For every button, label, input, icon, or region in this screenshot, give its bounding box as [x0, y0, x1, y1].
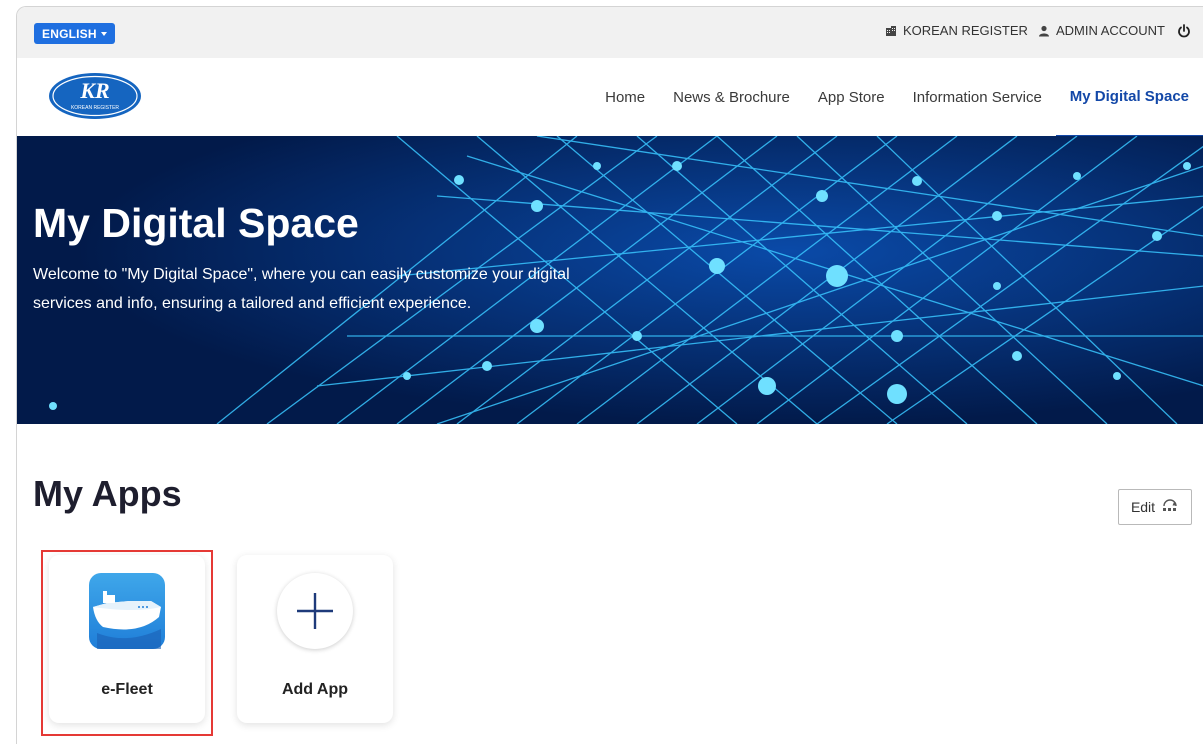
nav-my-digital-space[interactable]: My Digital Space [1055, 58, 1203, 136]
edit-button[interactable]: Edit [1118, 489, 1192, 525]
kr-logo[interactable]: KR KOREAN REGISTER [47, 71, 143, 126]
language-label: ENGLISH [42, 26, 97, 41]
language-dropdown[interactable]: ENGLISH [34, 23, 115, 44]
nav-links: Home News & Brochure App Store Informati… [591, 58, 1203, 136]
building-icon [885, 25, 897, 37]
nav-information-service[interactable]: Information Service [899, 58, 1056, 136]
caret-down-icon [100, 31, 107, 36]
account-area: KOREAN REGISTER ADMIN ACCOUNT [885, 23, 1191, 38]
utility-bar: ENGLISH KOREAN REGISTER ADMIN ACCOUNT [17, 7, 1203, 58]
edit-label: Edit [1130, 499, 1156, 515]
power-icon[interactable] [1177, 23, 1191, 38]
plus-icon [277, 573, 353, 649]
hero-banner: My Digital Space Welcome to "My Digital … [17, 136, 1203, 424]
logo-text: KR [79, 78, 109, 103]
nav-news-brochure[interactable]: News & Brochure [659, 58, 804, 136]
apps-section-title: My Apps [33, 473, 182, 514]
browser-frame: ENGLISH KOREAN REGISTER ADMIN ACCOUNT KR [16, 6, 1203, 744]
app-label-add-app: Add App [281, 681, 349, 698]
org-link[interactable]: KOREAN REGISTER [903, 23, 1028, 38]
nav-app-store[interactable]: App Store [804, 58, 899, 136]
user-icon [1038, 25, 1050, 37]
hero-description: Welcome to "My Digital Space", where you… [33, 266, 570, 312]
app-card-add-app[interactable]: Add App [237, 555, 393, 723]
hero-title: My Digital Space [33, 200, 359, 246]
account-link[interactable]: ADMIN ACCOUNT [1056, 23, 1165, 38]
nav-home[interactable]: Home [591, 58, 659, 136]
main-navbar: KR KOREAN REGISTER Home News & Brochure … [17, 58, 1203, 136]
highlight-box [41, 550, 213, 736]
logo-subtext: KOREAN REGISTER [71, 105, 119, 111]
edit-layout-icon [1161, 498, 1179, 517]
